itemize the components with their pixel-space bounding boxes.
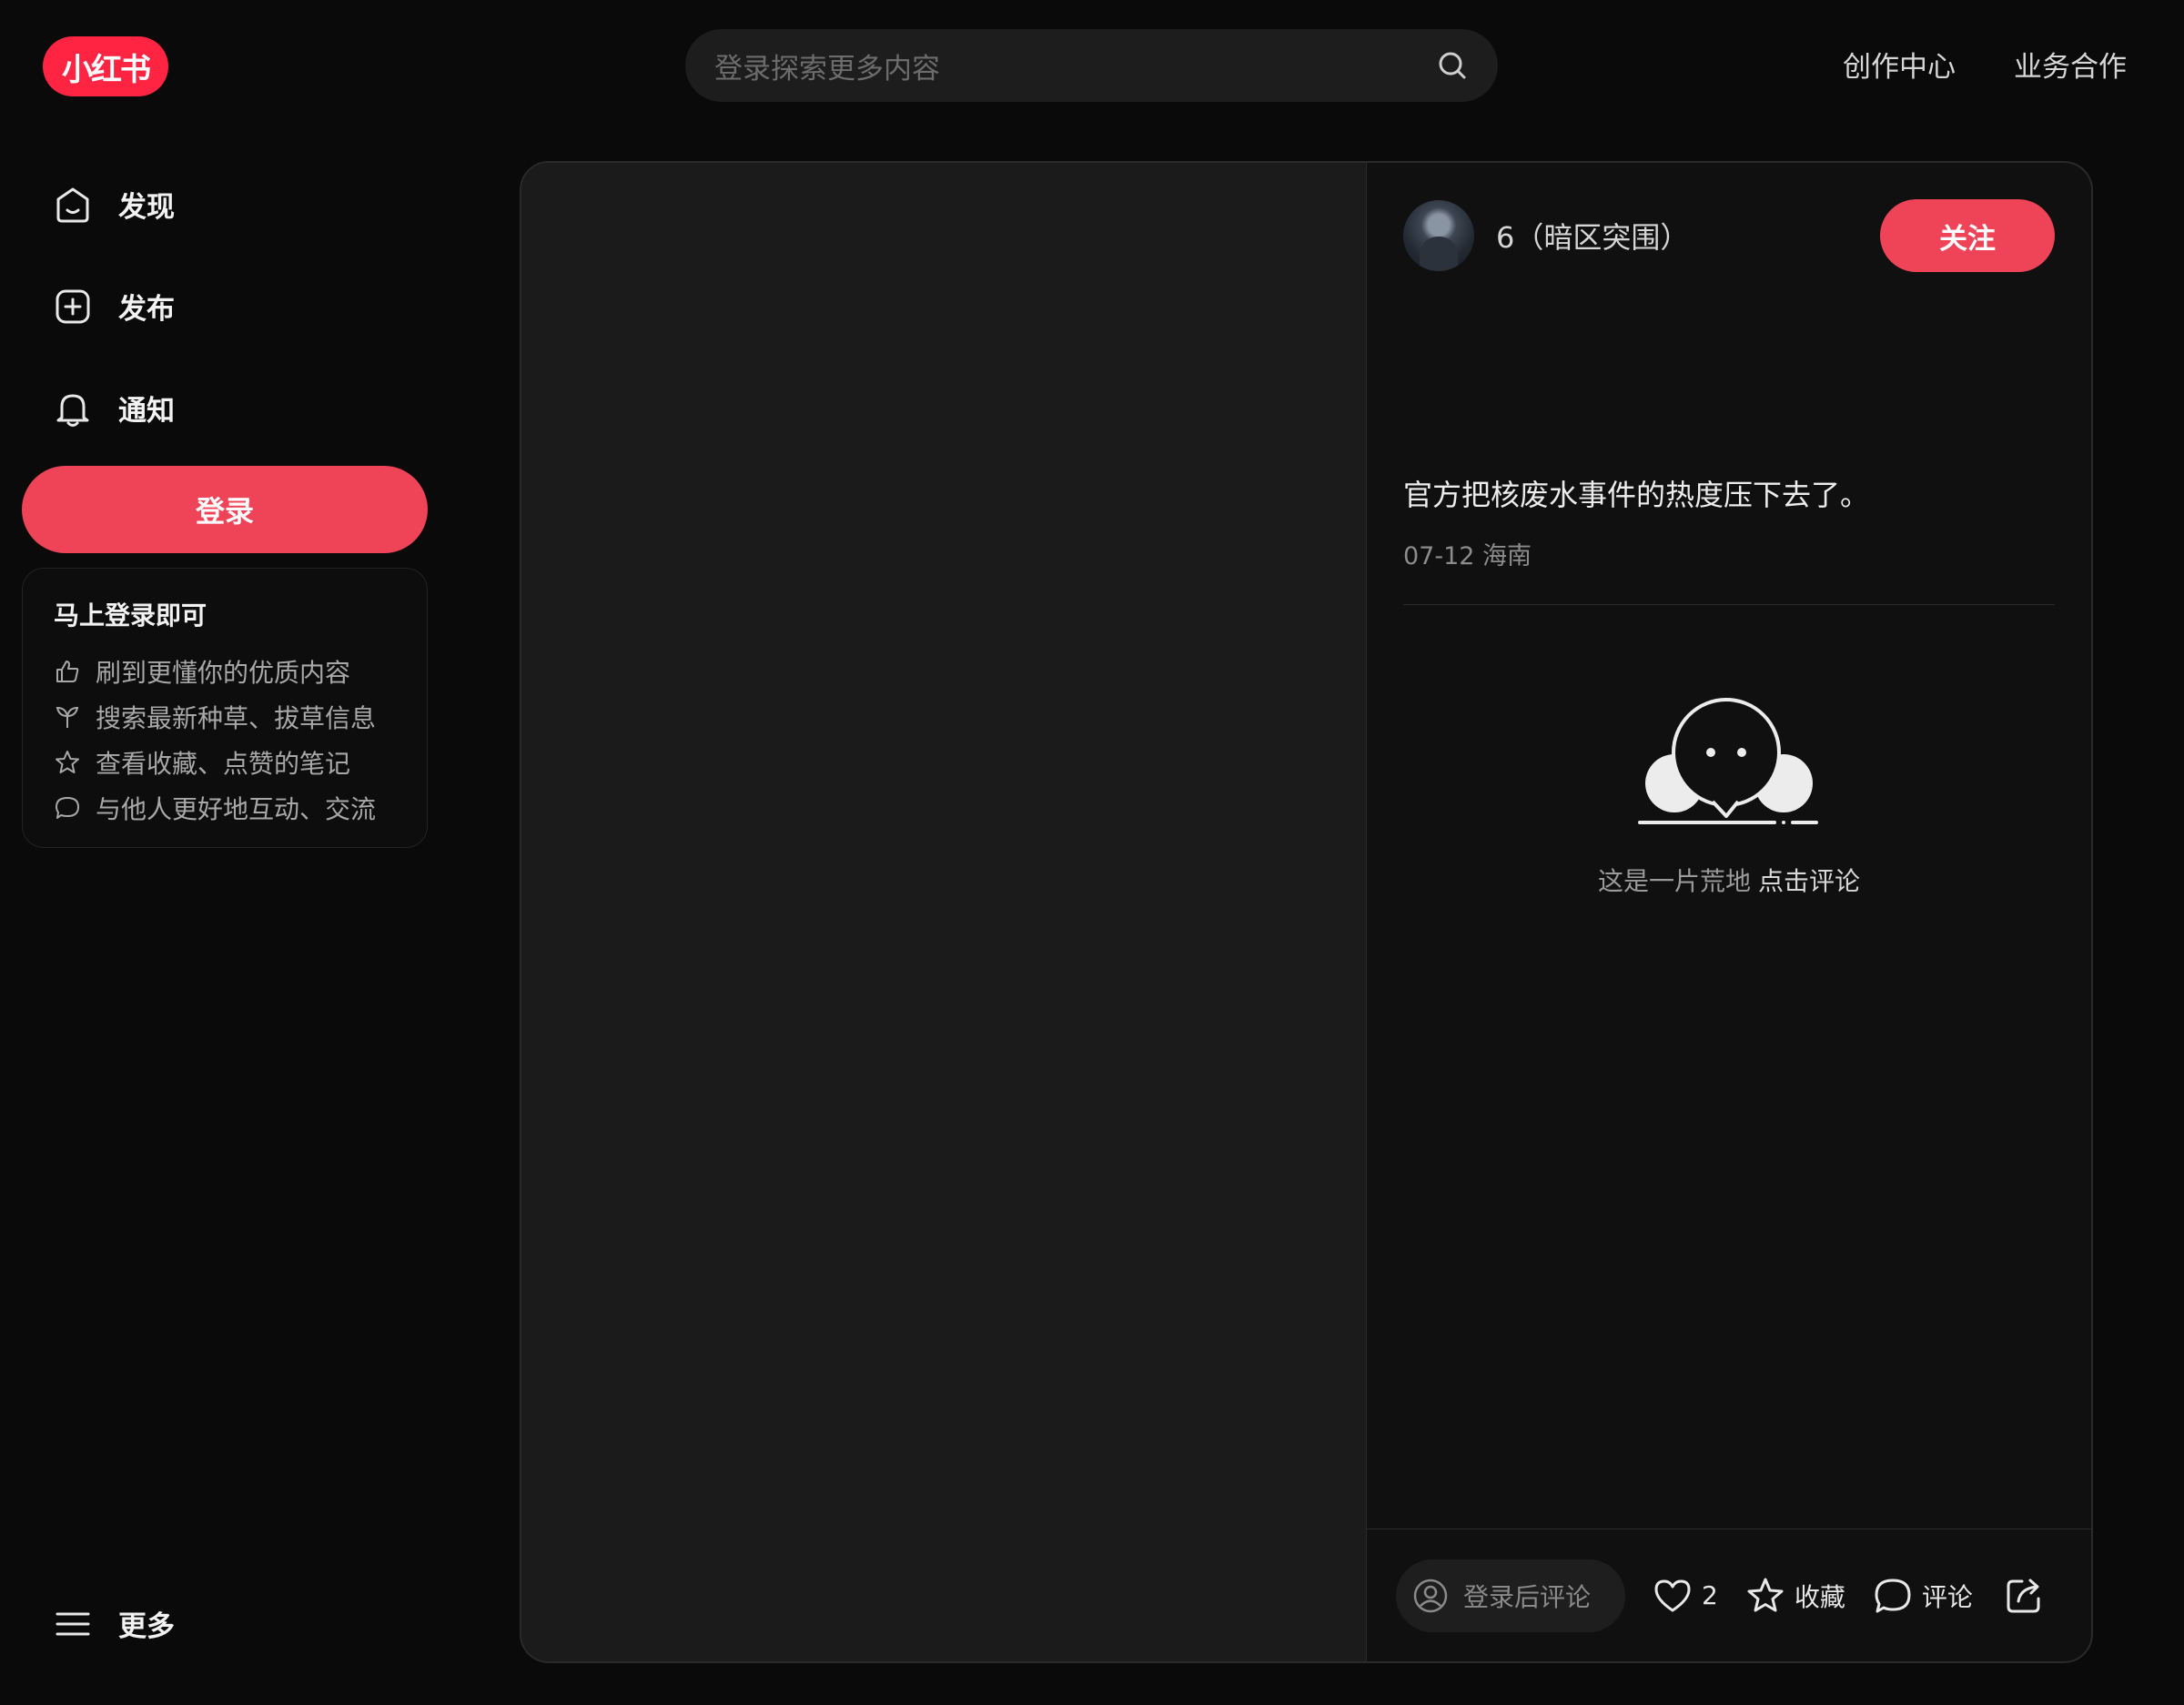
promo-row: 刷到更懂你的优质内容 bbox=[54, 649, 396, 694]
sidebar-item-label: 发现 bbox=[118, 191, 175, 224]
promo-text: 刷到更懂你的优质内容 bbox=[96, 658, 351, 688]
like-count: 2 bbox=[1702, 1580, 1718, 1610]
creator-center-link[interactable]: 创作中心 bbox=[1843, 44, 1956, 85]
empty-text: 这是一片荒地 bbox=[1597, 866, 1751, 896]
comment-label: 评论 bbox=[1921, 1581, 1973, 1612]
comment-link[interactable]: 点击评论 bbox=[1758, 866, 1860, 896]
promo-text: 搜索最新种草、拔草信息 bbox=[96, 703, 377, 733]
sidebar-item-discover[interactable]: 发现 bbox=[53, 184, 175, 225]
sprout-icon bbox=[54, 703, 81, 731]
sidebar-item-notifications[interactable]: 通知 bbox=[53, 388, 175, 429]
sidebar-item-label: 通知 bbox=[118, 395, 175, 428]
comment-placeholder: 登录后评论 bbox=[1463, 1581, 1592, 1612]
login-button[interactable]: 登录 bbox=[22, 466, 428, 553]
promo-row: 搜索最新种草、拔草信息 bbox=[54, 694, 396, 740]
empty-comments: 这是一片荒地 点击评论 bbox=[1367, 691, 2091, 898]
logo[interactable]: 小红书 bbox=[43, 36, 168, 96]
menu-icon bbox=[53, 1604, 93, 1644]
business-link[interactable]: 业务合作 bbox=[2014, 44, 2127, 85]
comment-input[interactable]: 登录后评论 bbox=[1396, 1559, 1625, 1632]
home-icon bbox=[53, 185, 93, 225]
top-links: 创作中心 业务合作 bbox=[1843, 44, 2127, 85]
divider bbox=[1403, 604, 2055, 605]
like-button[interactable]: 2 bbox=[1653, 1576, 1718, 1616]
user-circle-icon bbox=[1412, 1578, 1449, 1614]
share-icon[interactable] bbox=[2004, 1576, 2044, 1616]
star-icon bbox=[54, 749, 81, 776]
collect-label: 收藏 bbox=[1794, 1581, 1845, 1612]
author-row: 6（暗区突围） 关注 bbox=[1403, 199, 2055, 272]
search-input[interactable]: 登录探索更多内容 bbox=[714, 45, 1436, 86]
promo-text: 与他人更好地互动、交流 bbox=[96, 794, 377, 824]
star-icon bbox=[1745, 1576, 1785, 1616]
note-text: 官方把核废水事件的热度压下去了。 bbox=[1403, 478, 1870, 512]
more-menu[interactable]: 更多 bbox=[53, 1603, 175, 1644]
add-square-icon bbox=[53, 287, 93, 327]
thumbs-up-icon bbox=[54, 658, 81, 685]
bell-icon bbox=[53, 388, 93, 429]
note-media-area[interactable] bbox=[521, 163, 1367, 1661]
sidebar-item-label: 发布 bbox=[118, 293, 175, 326]
login-promo-card: 马上登录即可 刷到更懂你的优质内容 搜索最新种草、拔草信息 查看收藏、点赞的笔记… bbox=[22, 568, 428, 848]
follow-button[interactable]: 关注 bbox=[1880, 199, 2055, 272]
promo-title: 马上登录即可 bbox=[54, 600, 207, 631]
engagement-bar: 登录后评论 2 收藏 评论 bbox=[1367, 1528, 2091, 1661]
search-bar[interactable]: 登录探索更多内容 bbox=[685, 29, 1498, 102]
note-date-location: 07-12 海南 bbox=[1403, 542, 1532, 570]
search-icon[interactable] bbox=[1436, 49, 1469, 82]
avatar[interactable] bbox=[1403, 200, 1474, 271]
promo-row: 查看收藏、点赞的笔记 bbox=[54, 740, 396, 785]
promo-text: 查看收藏、点赞的笔记 bbox=[96, 749, 351, 779]
chat-bubble-icon bbox=[1873, 1576, 1913, 1616]
more-label: 更多 bbox=[118, 1610, 175, 1643]
chat-bubble-icon bbox=[54, 794, 81, 822]
comment-button[interactable]: 评论 bbox=[1873, 1576, 1973, 1616]
collect-button[interactable]: 收藏 bbox=[1745, 1576, 1845, 1616]
empty-comments-message: 这是一片荒地 点击评论 bbox=[1598, 862, 1860, 898]
author-name[interactable]: 6（暗区突围） bbox=[1496, 215, 1880, 257]
promo-row: 与他人更好地互动、交流 bbox=[54, 785, 396, 831]
empty-comments-illustration-icon bbox=[1638, 691, 1820, 827]
note-info-panel: 6（暗区突围） 关注 官方把核废水事件的热度压下去了。 07-12 海南 这是一… bbox=[1367, 163, 2091, 1661]
note-detail-card: 6（暗区突围） 关注 官方把核废水事件的热度压下去了。 07-12 海南 这是一… bbox=[520, 161, 2093, 1663]
sidebar-item-publish[interactable]: 发布 bbox=[53, 286, 175, 327]
heart-icon bbox=[1653, 1576, 1693, 1616]
